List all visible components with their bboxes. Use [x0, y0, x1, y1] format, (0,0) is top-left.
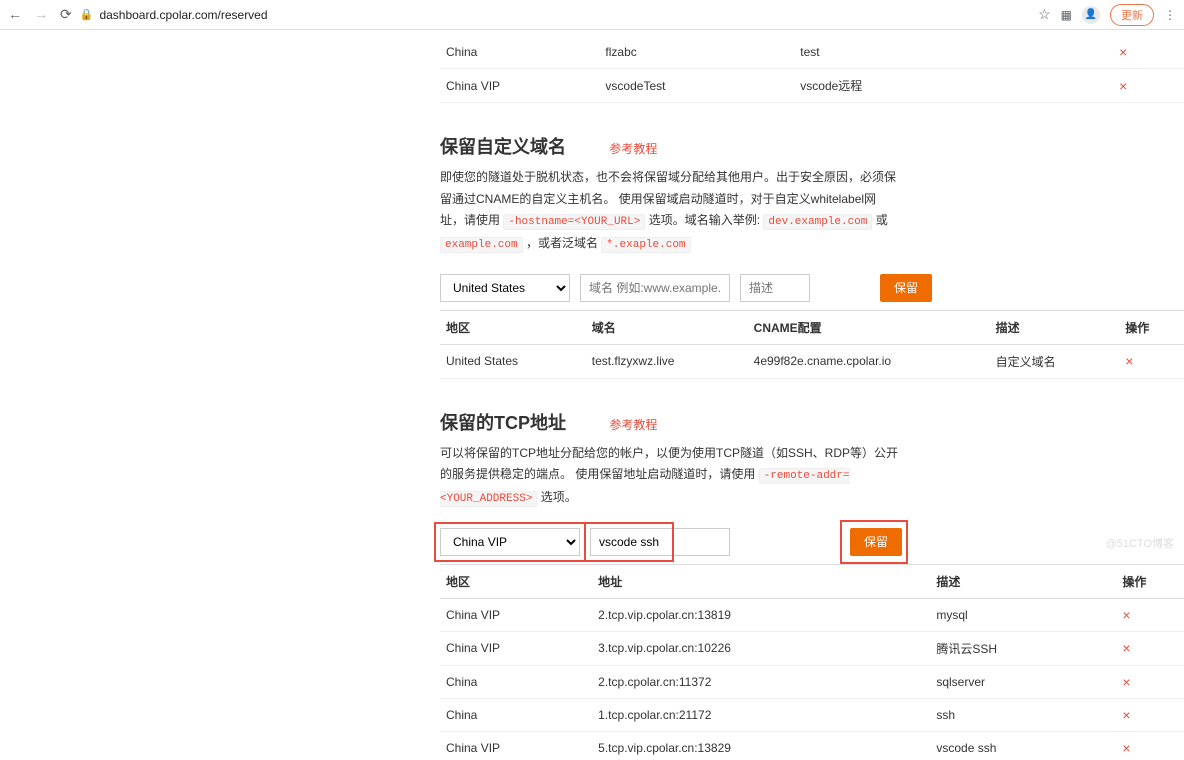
- address-bar[interactable]: 🔒 dashboard.cpolar.com/reserved: [80, 8, 1030, 22]
- update-button[interactable]: 更新: [1110, 4, 1154, 26]
- reload-icon[interactable]: ⟳: [60, 6, 72, 23]
- table-row: United Statestest.flzyxwz.live4e99f82e.c…: [440, 344, 1184, 378]
- desc-input[interactable]: [740, 274, 810, 302]
- delete-icon[interactable]: ×: [1119, 78, 1127, 94]
- custom-domain-table: 地区 域名 CNAME配置 描述 操作 United Statestest.fl…: [440, 310, 1184, 379]
- delete-icon[interactable]: ×: [1122, 607, 1130, 623]
- lock-icon: 🔒: [80, 8, 94, 21]
- delete-icon[interactable]: ×: [1119, 44, 1127, 60]
- back-icon[interactable]: ←: [8, 6, 22, 23]
- custom-domain-form: United States 保留: [440, 274, 1184, 302]
- table-row: China2.tcp.cpolar.cn:11372sqlserver×: [440, 665, 1184, 698]
- subdomain-table-partial: Chinaflzabctest×China VIPvscodeTestvscod…: [440, 36, 1184, 103]
- forward-icon[interactable]: →: [34, 6, 48, 23]
- delete-icon[interactable]: ×: [1122, 740, 1130, 756]
- domain-input[interactable]: [580, 274, 730, 302]
- delete-icon[interactable]: ×: [1122, 640, 1130, 656]
- extension-icon[interactable]: ▦: [1061, 8, 1072, 22]
- tcp-form: China VIP 保留: [440, 528, 1184, 556]
- region-select[interactable]: United States: [440, 274, 570, 302]
- delete-icon[interactable]: ×: [1122, 707, 1130, 723]
- tcp-desc: 可以将保留的TCP地址分配给您的帐户，以便为使用TCP隧道（如SSH、RDP等）…: [440, 443, 900, 510]
- delete-icon[interactable]: ×: [1125, 353, 1133, 369]
- table-row: China VIP2.tcp.vip.cpolar.cn:13819mysql×: [440, 598, 1184, 631]
- menu-icon[interactable]: ⋮: [1164, 8, 1176, 22]
- watermark: @51CTO博客: [1106, 535, 1174, 551]
- table-row: China1.tcp.cpolar.cn:21172ssh×: [440, 698, 1184, 731]
- tcp-reserve-button[interactable]: 保留: [850, 528, 902, 556]
- tcp-title: 保留的TCP地址: [440, 409, 566, 435]
- tcp-desc-input[interactable]: [590, 528, 730, 556]
- reserve-button[interactable]: 保留: [880, 274, 932, 302]
- table-row: China VIP5.tcp.vip.cpolar.cn:13829vscode…: [440, 731, 1184, 760]
- table-row: Chinaflzabctest×: [440, 36, 1184, 69]
- custom-domain-desc: 即使您的隧道处于脱机状态，也不会将保留域分配给其他用户。出于安全原因，必须保留通…: [440, 167, 900, 256]
- bookmark-icon[interactable]: ☆: [1038, 6, 1051, 23]
- table-row: China VIP3.tcp.vip.cpolar.cn:10226腾讯云SSH…: [440, 631, 1184, 665]
- browser-toolbar: ← → ⟳ 🔒 dashboard.cpolar.com/reserved ☆ …: [0, 0, 1184, 30]
- avatar[interactable]: 👤: [1082, 6, 1100, 24]
- custom-domain-ref-link[interactable]: 参考教程: [609, 142, 657, 156]
- custom-domain-title: 保留自定义域名: [440, 133, 566, 159]
- delete-icon[interactable]: ×: [1122, 674, 1130, 690]
- tcp-table: 地区 地址 描述 操作 China VIP2.tcp.vip.cpolar.cn…: [440, 564, 1184, 760]
- url-text: dashboard.cpolar.com/reserved: [99, 8, 267, 22]
- table-row: China VIPvscodeTestvscode远程×: [440, 69, 1184, 103]
- tcp-region-select[interactable]: China VIP: [440, 528, 580, 556]
- tcp-ref-link[interactable]: 参考教程: [609, 418, 657, 432]
